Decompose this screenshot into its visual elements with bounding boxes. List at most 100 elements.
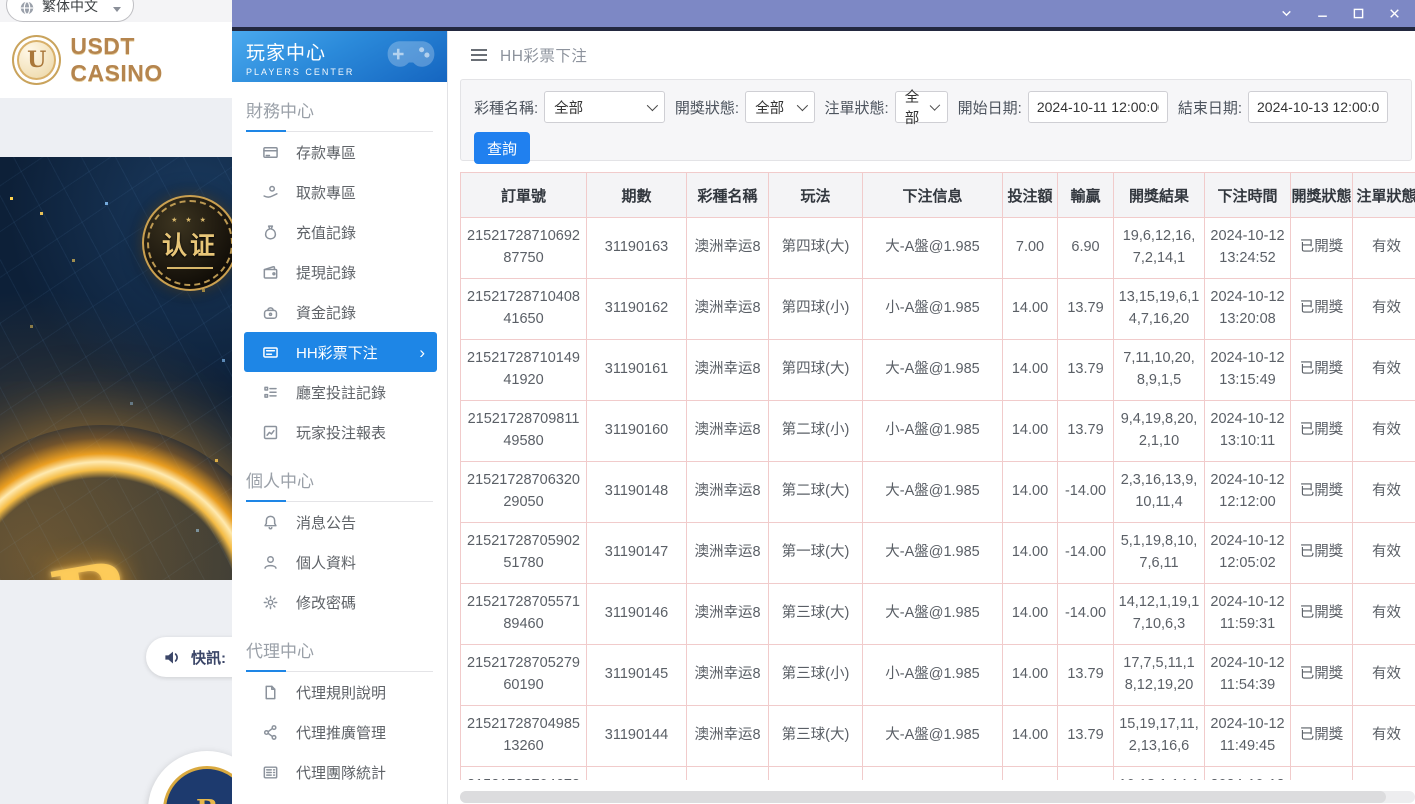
table-cell: 31190162 bbox=[587, 279, 687, 340]
end-date-input[interactable] bbox=[1248, 91, 1388, 123]
table-row: 215217287055718946031190146澳洲幸运8第三球(大)大-… bbox=[461, 584, 1415, 645]
caret-down-icon bbox=[113, 7, 121, 12]
table-cell: 31190148 bbox=[587, 462, 687, 523]
table-row: 215217287063202905031190148澳洲幸运8第二球(大)大-… bbox=[461, 462, 1415, 523]
table-cell: 澳洲幸运8 bbox=[687, 401, 769, 462]
sidebar-item[interactable]: 資金記錄 bbox=[244, 292, 437, 332]
floating-logo[interactable]: B bbox=[148, 751, 232, 804]
sidebar-item[interactable]: 代理規則說明 bbox=[244, 672, 437, 712]
table-cell: 2152172871040841650 bbox=[461, 279, 587, 340]
table-cell: 有效 bbox=[1353, 767, 1415, 781]
share-icon bbox=[262, 724, 279, 741]
sidebar-item[interactable]: 充值記錄 bbox=[244, 212, 437, 252]
table-cell: 2024-10-12 11:44:32 bbox=[1205, 767, 1291, 781]
app-window: 繁体中文 U USDT CASINO B ★ ★ ★ 认证 快訊: bbox=[0, 0, 1415, 804]
table-cell: 5,1,19,8,10,7,6,11 bbox=[1114, 523, 1205, 584]
bag-icon bbox=[262, 224, 279, 241]
draw-status-select-value: 全部 bbox=[755, 97, 784, 118]
table-cell: 已開獎 bbox=[1291, 584, 1353, 645]
column-header: 下注時間 bbox=[1205, 173, 1291, 218]
chevron-down-icon bbox=[796, 100, 807, 111]
table-cell: 第四球(小) bbox=[769, 279, 863, 340]
table-cell: 2152172870527960190 bbox=[461, 645, 587, 706]
gear-icon bbox=[262, 594, 279, 611]
left-brand-column: 繁体中文 U USDT CASINO B ★ ★ ★ 认证 快訊: bbox=[0, 0, 232, 804]
table-cell: 2024-10-12 13:15:49 bbox=[1205, 340, 1291, 401]
filter-panel: 彩種名稱: 全部 開獎狀態: 全部 注單狀態: 全部 開始日期: 結束日期: 查… bbox=[460, 79, 1412, 161]
news-ticker[interactable]: 快訊: bbox=[146, 637, 232, 677]
sidebar-item[interactable]: 代理推廣管理 bbox=[244, 712, 437, 752]
language-selector[interactable]: 繁体中文 bbox=[6, 0, 134, 22]
sidebar-item[interactable]: 消息公告 bbox=[244, 502, 437, 542]
column-header: 彩種名稱 bbox=[687, 173, 769, 218]
table-cell: 澳洲幸运8 bbox=[687, 340, 769, 401]
sidebar-item[interactable]: 代理團隊統計 bbox=[244, 752, 437, 792]
table-cell: 澳洲幸运8 bbox=[687, 523, 769, 584]
sidebar-item[interactable]: 提現記錄 bbox=[244, 252, 437, 292]
table-row: 215217287052796019031190145澳洲幸运8第三球(小)小-… bbox=[461, 645, 1415, 706]
wallet-icon bbox=[262, 264, 279, 281]
table-cell: 31190147 bbox=[587, 523, 687, 584]
orders-table-wrap: 訂單號期數彩種名稱玩法下注信息投注額輸贏開獎結果下注時間開獎狀態注單狀態2152… bbox=[460, 172, 1415, 780]
horizontal-scrollbar[interactable] bbox=[460, 791, 1415, 803]
table-row: 215217287104084165031190162澳洲幸运8第四球(小)小-… bbox=[461, 279, 1415, 340]
table-row: 215217287046720736031190143澳洲幸运8第三球(小)小-… bbox=[461, 767, 1415, 781]
sidebar-item[interactable]: 玩家投注報表 bbox=[244, 412, 437, 452]
page-header: HH彩票下注 bbox=[448, 31, 1415, 79]
search-button[interactable]: 查詢 bbox=[474, 132, 530, 164]
table-cell: 有效 bbox=[1353, 401, 1415, 462]
sidebar-item-label: 修改密碼 bbox=[296, 592, 356, 613]
table-row: 215217287059025178031190147澳洲幸运8第一球(大)大-… bbox=[461, 523, 1415, 584]
column-header: 玩法 bbox=[769, 173, 863, 218]
sidebar-item[interactable]: 修改密碼 bbox=[244, 582, 437, 622]
table-cell: 7.00 bbox=[1003, 218, 1058, 279]
window-chevron-down-icon[interactable] bbox=[1275, 3, 1297, 25]
sidebar-item-label: 代理團隊統計 bbox=[296, 762, 386, 783]
sidebar: 玩家中心 PLAYERS CENTER 財務中心存款專區取款專區充值記錄提現記錄… bbox=[232, 31, 448, 804]
table-cell: 15,19,17,11,2,13,16,6 bbox=[1114, 706, 1205, 767]
table-cell: 14.00 bbox=[1003, 645, 1058, 706]
table-cell: 第一球(大) bbox=[769, 523, 863, 584]
window-maximize-icon[interactable] bbox=[1347, 3, 1369, 25]
table-cell: 大-A盤@1.985 bbox=[863, 462, 1003, 523]
table-cell: 第三球(大) bbox=[769, 584, 863, 645]
table-cell: 有效 bbox=[1353, 706, 1415, 767]
table-cell: 大-A盤@1.985 bbox=[863, 218, 1003, 279]
scrollbar-thumb[interactable] bbox=[460, 791, 1386, 803]
table-cell: 澳洲幸运8 bbox=[687, 645, 769, 706]
sidebar-item[interactable]: 存款專區 bbox=[244, 132, 437, 172]
table-cell: 已開獎 bbox=[1291, 462, 1353, 523]
window-close-icon[interactable] bbox=[1383, 3, 1405, 25]
table-row: 215217287049851326031190144澳洲幸运8第三球(大)大-… bbox=[461, 706, 1415, 767]
table-cell: 14.00 bbox=[1003, 584, 1058, 645]
draw-status-select[interactable]: 全部 bbox=[745, 91, 814, 123]
badge-text: 认证 bbox=[162, 226, 218, 262]
window-minimize-icon[interactable] bbox=[1311, 3, 1333, 25]
column-header: 輸贏 bbox=[1058, 173, 1114, 218]
end-date-label: 結束日期: bbox=[1178, 97, 1242, 118]
table-cell: 2152172870590251780 bbox=[461, 523, 587, 584]
lottery-select[interactable]: 全部 bbox=[544, 91, 665, 123]
table-cell: 澳洲幸运8 bbox=[687, 218, 769, 279]
sidebar-item[interactable]: 廳室投註記錄 bbox=[244, 372, 437, 412]
table-row: 215217287106928775031190163澳洲幸运8第四球(大)大-… bbox=[461, 218, 1415, 279]
table-cell: 小-A盤@1.985 bbox=[863, 645, 1003, 706]
order-status-select[interactable]: 全部 bbox=[895, 91, 948, 123]
table-cell: 大-A盤@1.985 bbox=[863, 584, 1003, 645]
table-cell: 14.00 bbox=[1003, 401, 1058, 462]
menu-toggle-icon[interactable] bbox=[470, 48, 488, 62]
sidebar-item[interactable]: 個人資料 bbox=[244, 542, 437, 582]
column-header: 投注額 bbox=[1003, 173, 1058, 218]
sidebar-item[interactable]: 取款專區 bbox=[244, 172, 437, 212]
table-cell: 10,18,1,14,17,16,12,3 bbox=[1114, 767, 1205, 781]
start-date-input[interactable] bbox=[1028, 91, 1168, 123]
table-cell: 13,15,19,6,14,7,16,20 bbox=[1114, 279, 1205, 340]
table-cell: 已開獎 bbox=[1291, 279, 1353, 340]
sidebar-item[interactable]: HH彩票下注› bbox=[244, 332, 437, 372]
table-cell: 13.79 bbox=[1058, 401, 1114, 462]
sidebar-item-label: 存款專區 bbox=[296, 142, 356, 163]
page-title: HH彩票下注 bbox=[500, 44, 587, 66]
brand-logo[interactable]: U USDT CASINO bbox=[0, 22, 232, 98]
table-cell: 2024-10-12 13:10:11 bbox=[1205, 401, 1291, 462]
sidebar-item-label: HH彩票下注 bbox=[296, 342, 378, 363]
